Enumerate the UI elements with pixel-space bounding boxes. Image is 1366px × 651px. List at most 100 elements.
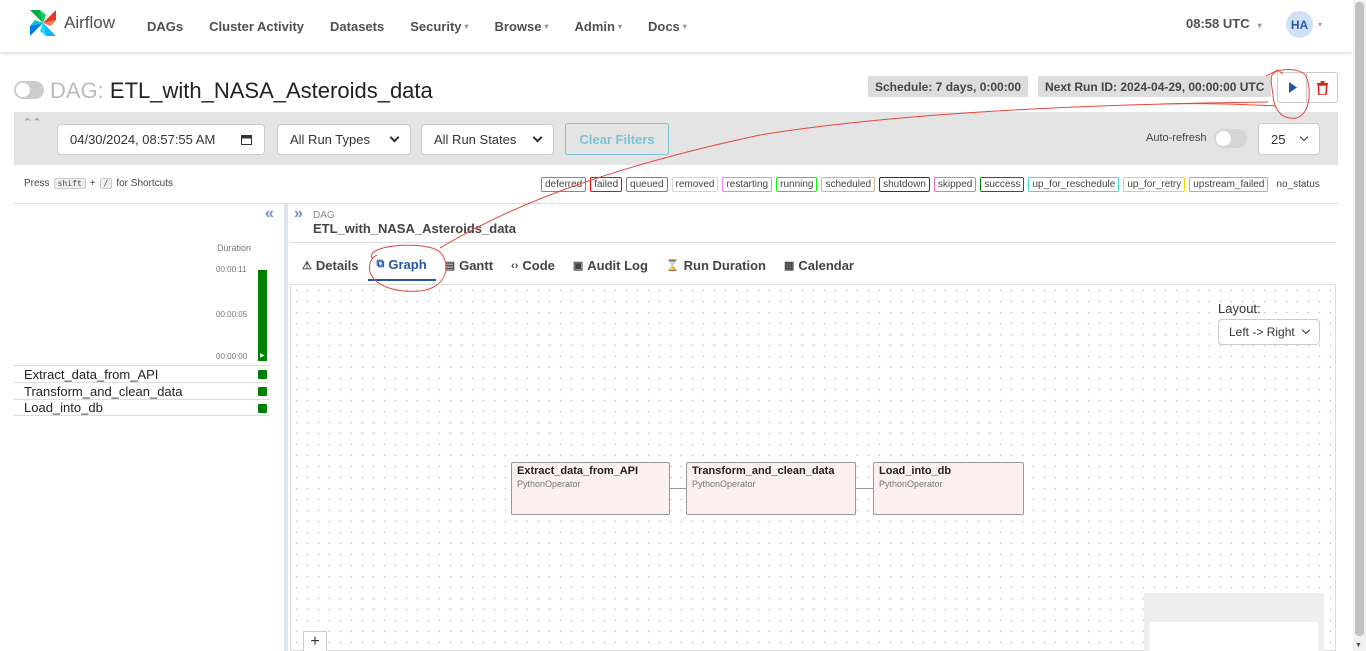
legend-success[interactable]: success — [980, 177, 1025, 192]
task-row[interactable]: Extract_data_from_API — [14, 365, 270, 382]
tab-label: Audit Log — [587, 258, 648, 273]
task-node-name: Transform_and_clean_data — [692, 465, 835, 477]
next-run-badge: Next Run ID: 2024-04-29, 00:00:00 UTC — [1038, 76, 1272, 97]
task-node-name: Extract_data_from_API — [517, 465, 639, 477]
nav-item-cluster-activity[interactable]: Cluster Activity — [196, 19, 317, 34]
trash-icon — [1316, 80, 1328, 95]
base-date-value: 04/30/2024, 08:57:55 AM — [70, 132, 216, 147]
task-instance-success[interactable] — [258, 404, 267, 413]
legend-restarting[interactable]: restarting — [722, 177, 773, 192]
chevron-down-icon — [1299, 132, 1309, 142]
timezone-menu[interactable]: 08:58 UTC ▾ — [1186, 16, 1262, 31]
tab-run-duration[interactable]: ⌛ Run Duration — [657, 250, 775, 281]
task-node[interactable]: Transform_and_clean_data PythonOperator — [686, 462, 856, 515]
task-node[interactable]: Load_into_db PythonOperator — [873, 462, 1024, 515]
auto-refresh-toggle[interactable] — [1214, 129, 1247, 148]
dag-pause-toggle[interactable] — [14, 81, 44, 99]
shift-key: shift — [53, 178, 86, 189]
task-row[interactable]: Transform_and_clean_data — [14, 382, 270, 399]
task-node-name: Load_into_db — [879, 465, 952, 477]
current-time: 08:58 UTC — [1186, 16, 1250, 31]
schedule-badge: Schedule: 7 days, 0:00:00 — [868, 76, 1029, 97]
collapse-up-icon[interactable]: ⌃⌃ — [23, 116, 41, 129]
num-runs-select[interactable]: 25 — [1258, 123, 1320, 155]
chevron-down-icon — [532, 132, 543, 143]
task-instance-success[interactable] — [258, 370, 267, 379]
trigger-dag-button[interactable] — [1277, 72, 1309, 103]
shortcut-press: Press — [24, 178, 50, 189]
auto-refresh-label: Auto-refresh — [1146, 132, 1207, 144]
chevron-down-icon: ▾ — [1257, 21, 1262, 30]
user-avatar[interactable]: HA — [1286, 11, 1313, 38]
task-name: Load_into_db — [24, 400, 103, 415]
legend-no-status[interactable]: no_status — [1272, 177, 1323, 192]
tab-graph[interactable]: ⧉ Graph — [367, 250, 436, 281]
legend-skipped[interactable]: skipped — [933, 177, 977, 192]
duration-tick: 00:00:05 — [216, 310, 248, 319]
tab-audit-log[interactable]: ▣ Audit Log — [564, 250, 657, 281]
graph-edge — [856, 488, 873, 489]
nav-item-security[interactable]: Security ▾ — [397, 19, 481, 34]
legend-removed[interactable]: removed — [671, 177, 719, 192]
chevron-down-icon: ▾ — [617, 21, 622, 31]
collapse-grid-icon[interactable]: « — [265, 205, 274, 223]
tab-label: Calendar — [798, 258, 854, 273]
chevron-down-icon — [1301, 325, 1311, 335]
scrollbar-thumb[interactable] — [1355, 2, 1364, 636]
zoom-in-button[interactable]: + — [303, 631, 327, 651]
scroll-down-icon[interactable]: ▼ — [1355, 642, 1362, 649]
page-scrollbar[interactable]: ▼ — [1353, 0, 1366, 651]
graph-canvas[interactable]: Layout: Left -> Right Extract_data_from_… — [290, 284, 1336, 651]
nav-item-browse[interactable]: Browse ▾ — [482, 19, 562, 34]
tab-details[interactable]: ⚠ Details — [293, 250, 368, 281]
breadcrumb[interactable]: ETL_with_NASA_Asteroids_data — [313, 221, 516, 236]
task-row[interactable]: Load_into_db — [14, 399, 270, 416]
task-instance-success[interactable] — [258, 387, 267, 396]
panel-resize-handle[interactable] — [284, 204, 288, 651]
expand-panel-icon[interactable]: » — [294, 205, 303, 223]
toggle-knob — [1216, 131, 1231, 146]
top-navbar: Airflow DAGs Cluster Activity Datasets Secu… — [0, 0, 1353, 52]
tab-code[interactable]: ‹› Code — [502, 250, 564, 281]
layout-select[interactable]: Left -> Right — [1218, 319, 1320, 345]
nav-menu: DAGs Cluster Activity Datasets Security ▾ Bro… — [134, 0, 700, 52]
delete-dag-button[interactable] — [1306, 72, 1338, 103]
dag-run-duration-bar[interactable] — [258, 270, 267, 361]
nav-item-datasets[interactable]: Datasets — [317, 19, 397, 34]
shortcut-plus: + — [89, 178, 96, 189]
page-title: DAG: ETL_with_NASA_Asteroids_data — [50, 78, 433, 104]
calendar-icon: ▦ — [783, 260, 795, 272]
nav-item-dags[interactable]: DAGs — [134, 19, 196, 34]
run-state-select[interactable]: All Run States — [421, 124, 554, 155]
nav-item-label: Admin — [574, 18, 615, 34]
annotation-arrow-line — [1159, 103, 1277, 107]
nav-item-label: DAGs — [147, 18, 184, 34]
task-node[interactable]: Extract_data_from_API PythonOperator — [511, 462, 670, 515]
legend-upstream-failed[interactable]: upstream_failed — [1189, 177, 1269, 192]
legend-shutdown[interactable]: shutdown — [879, 177, 930, 192]
nav-item-docs[interactable]: Docs ▾ — [635, 19, 700, 34]
legend-running[interactable]: running — [776, 177, 818, 192]
legend-deferred[interactable]: deferred — [541, 177, 587, 192]
warning-triangle-icon: ⚠ — [302, 260, 312, 272]
legend-up-for-reschedule[interactable]: up_for_reschedule — [1028, 177, 1120, 192]
task-name: Transform_and_clean_data — [24, 383, 183, 399]
brand-name: Airflow — [64, 13, 116, 32]
graph-minimap[interactable] — [1144, 593, 1324, 651]
minimap-viewport — [1150, 622, 1318, 651]
legend-up-for-retry[interactable]: up_for_retry — [1123, 177, 1186, 192]
legend-scheduled[interactable]: scheduled — [821, 177, 876, 192]
tab-calendar[interactable]: ▦ Calendar — [775, 250, 863, 281]
base-date-input[interactable]: 04/30/2024, 08:57:55 AM — [57, 124, 265, 155]
airflow-logo[interactable]: Airflow — [26, 6, 115, 40]
legend-failed[interactable]: failed — [590, 177, 623, 192]
pinwheel-logo-icon — [30, 10, 56, 36]
legend-queued[interactable]: queued — [626, 177, 668, 192]
run-type-select[interactable]: All Run Types — [277, 124, 411, 155]
duration-tick: 00:00:11 — [216, 265, 247, 274]
toggle-knob — [16, 83, 30, 97]
chevron-down-icon: ▾ — [544, 21, 549, 31]
clear-filters-button[interactable]: Clear Filters — [565, 123, 669, 155]
tab-gantt[interactable]: ▤ Gantt — [436, 250, 502, 281]
nav-item-admin[interactable]: Admin ▾ — [562, 19, 635, 34]
